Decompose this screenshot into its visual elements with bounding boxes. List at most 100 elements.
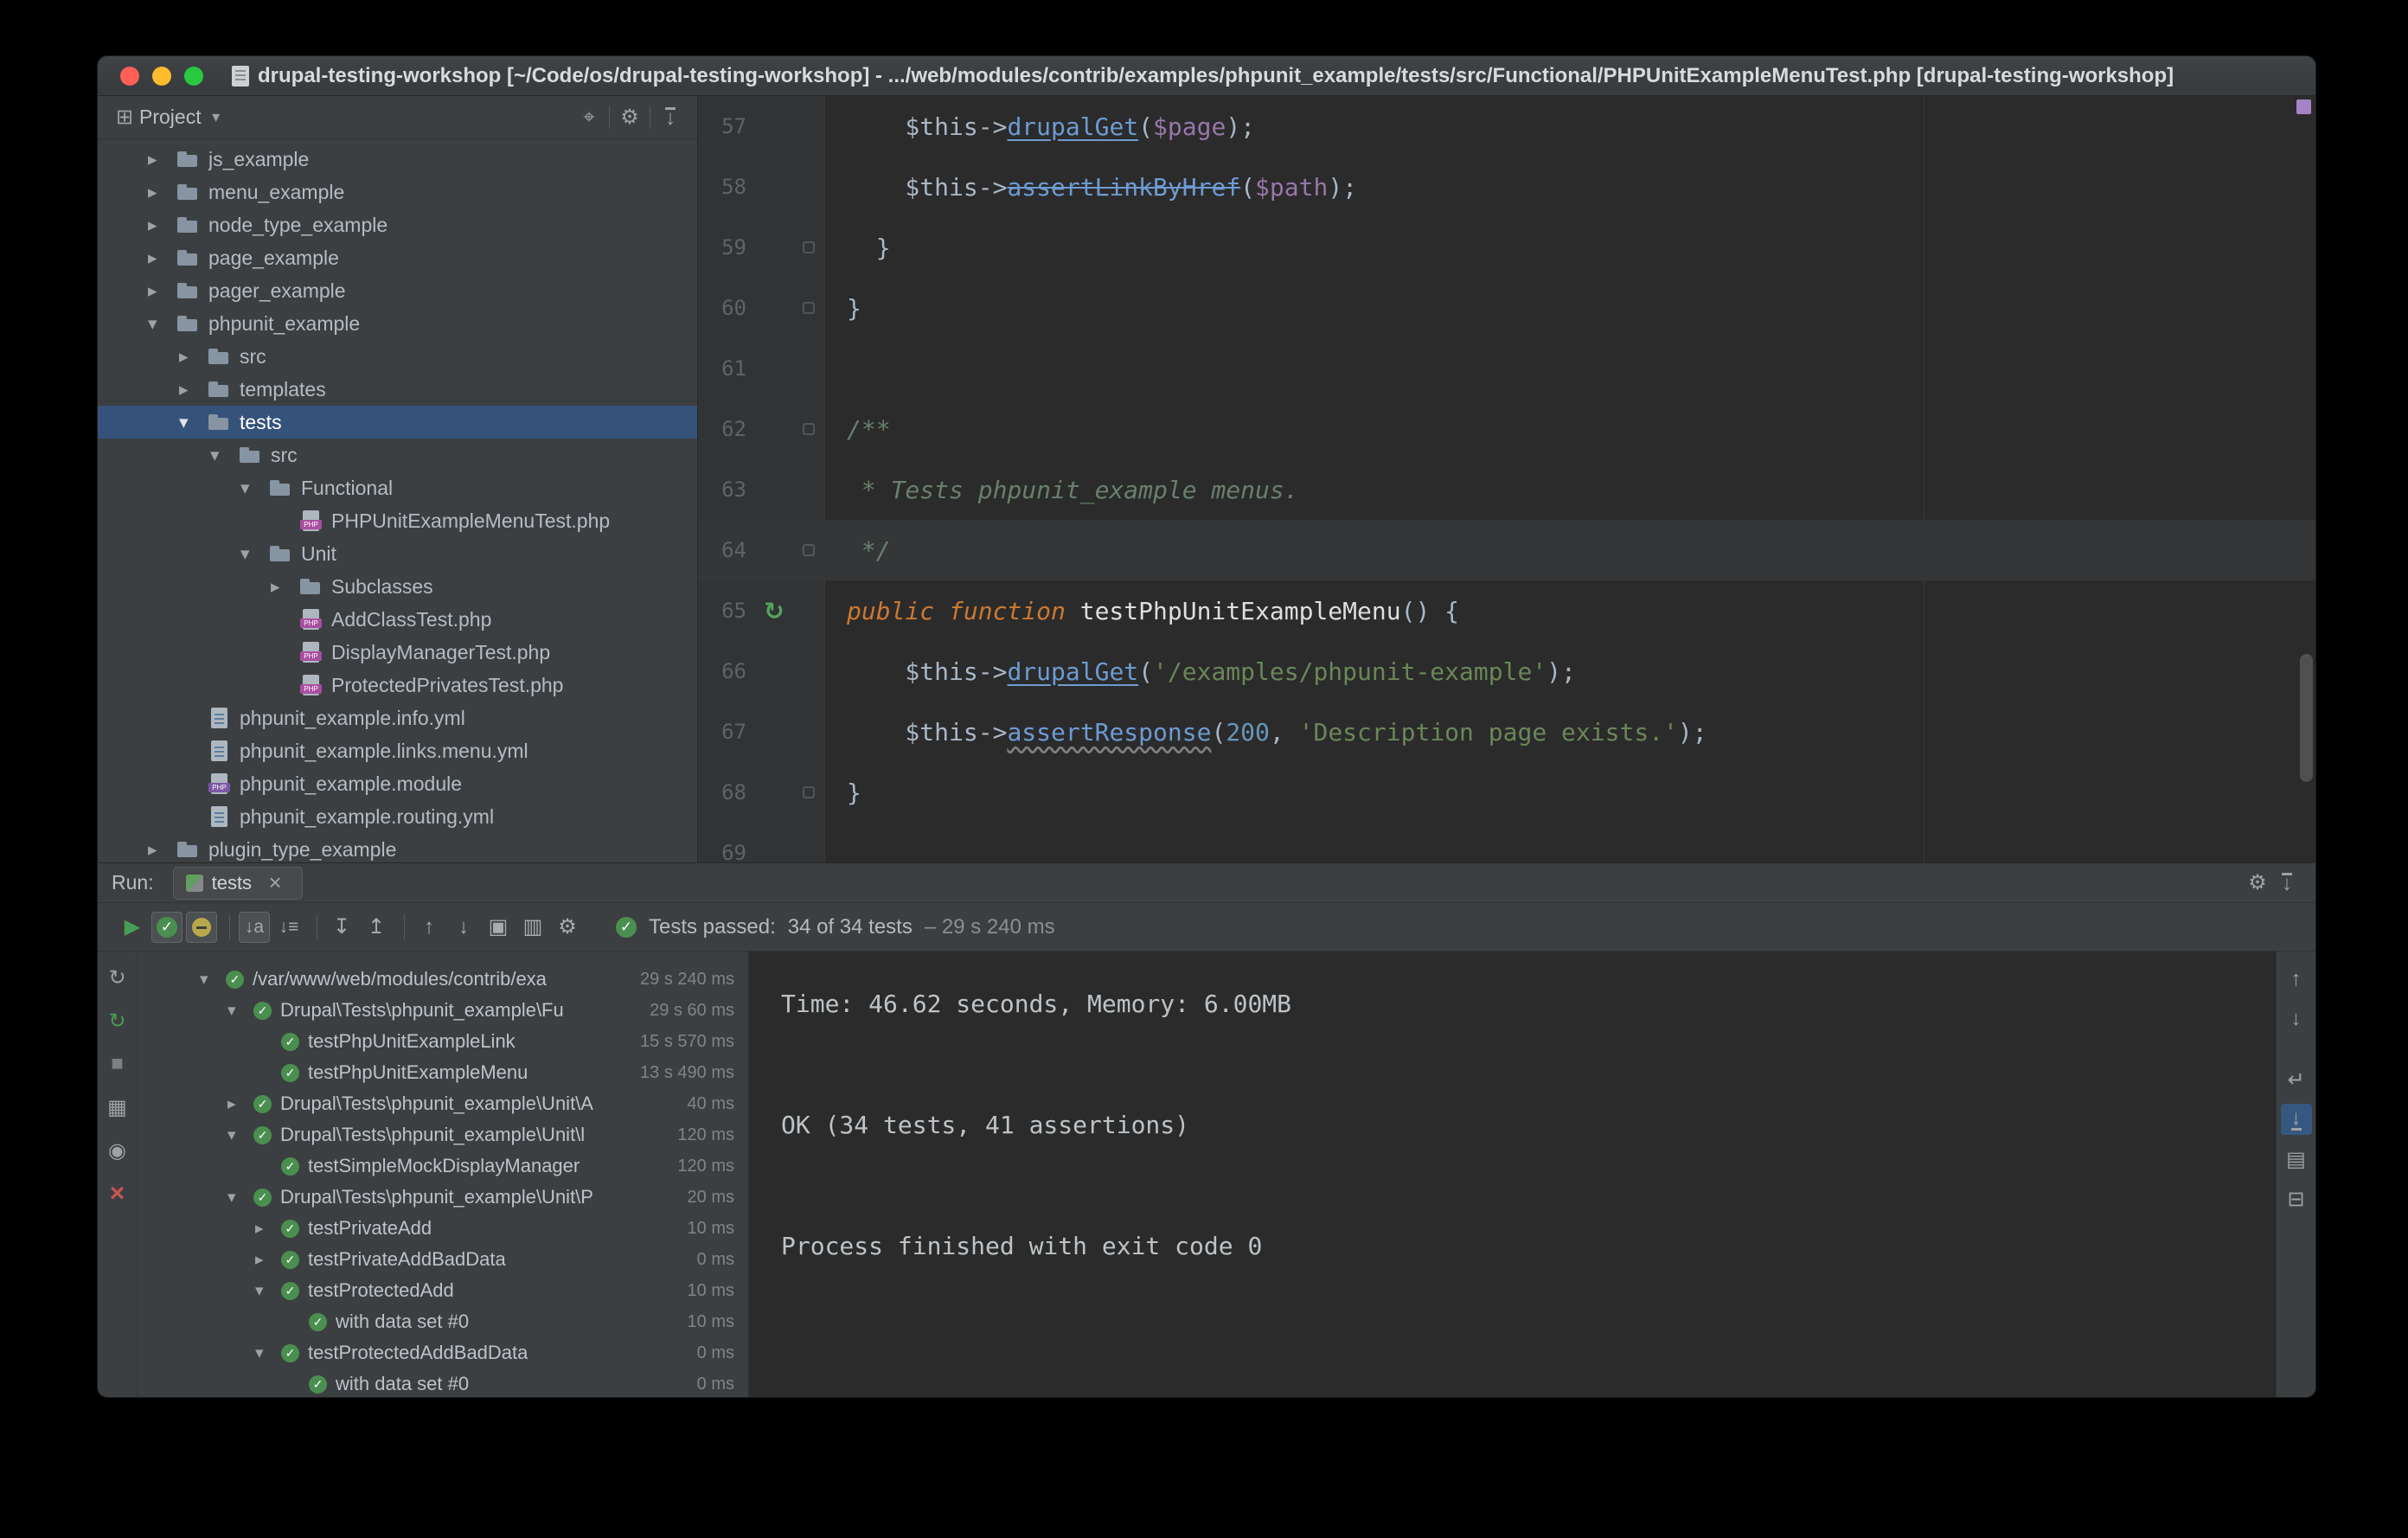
code-line[interactable]: 69	[698, 823, 2315, 862]
chevron-right-icon[interactable]	[179, 379, 207, 401]
rerun-failed-tests-button[interactable]	[102, 1005, 133, 1036]
code-line[interactable]: 68}	[698, 762, 2315, 823]
chevron-down-icon[interactable]	[202, 103, 231, 132]
stop-button[interactable]	[102, 1048, 133, 1080]
project-item-addclasstest[interactable]: AddClassTest.php	[98, 603, 697, 636]
chevron-down-icon[interactable]	[179, 412, 207, 433]
chevron-down-icon[interactable]	[200, 970, 226, 990]
chevron-down-icon[interactable]	[255, 1343, 281, 1363]
project-item-tests-src[interactable]: src	[98, 439, 697, 471]
next-failed-test-button[interactable]	[448, 912, 479, 943]
test-suite-row[interactable]: Drupal\Tests\phpunit_example\Fu29 s 60 m…	[138, 995, 748, 1026]
code-line[interactable]: 61	[698, 338, 2315, 399]
soft-wrap-toggle[interactable]	[2281, 1064, 2312, 1095]
test-row[interactable]: testProtectedAdd10 ms	[138, 1275, 748, 1306]
test-suite-row[interactable]: Drupal\Tests\phpunit_example\Unit\l120 m…	[138, 1119, 748, 1150]
project-view-selector[interactable]: Project	[139, 106, 202, 129]
project-item-tests[interactable]: tests	[98, 406, 697, 439]
chevron-down-icon[interactable]	[227, 1188, 253, 1208]
project-item-menu-example[interactable]: menu_example	[98, 176, 697, 208]
project-item-pager-example[interactable]: pager_example	[98, 274, 697, 307]
chevron-right-icon[interactable]	[255, 1219, 281, 1239]
test-row[interactable]: testPhpUnitExampleMenu13 s 490 ms	[138, 1057, 748, 1088]
fold-marker-icon[interactable]	[803, 544, 815, 556]
project-item-subclasses[interactable]: Subclasses	[98, 570, 697, 603]
chevron-right-icon[interactable]	[271, 576, 298, 598]
close-run-panel-button[interactable]	[102, 1178, 133, 1209]
test-settings-button[interactable]	[552, 912, 583, 943]
test-row[interactable]: testProtectedAddBadData0 ms	[138, 1337, 748, 1368]
fold-marker-icon[interactable]	[803, 302, 815, 314]
test-suite-row[interactable]: Drupal\Tests\phpunit_example\Unit\P20 ms	[138, 1182, 748, 1213]
test-row[interactable]: testPrivateAddBadData0 ms	[138, 1244, 748, 1275]
project-item-node-type-example[interactable]: node_type_example	[98, 208, 697, 241]
chevron-down-icon[interactable]	[227, 1001, 253, 1021]
project-item-page-example[interactable]: page_example	[98, 241, 697, 274]
project-item-js-example[interactable]: js_example	[98, 143, 697, 176]
test-row[interactable]: with data set #010 ms	[138, 1306, 748, 1337]
scroll-to-end-button[interactable]	[2280, 1104, 2312, 1135]
project-item-routing-yml[interactable]: phpunit_example.routing.yml	[98, 800, 697, 833]
sort-by-duration-toggle[interactable]	[273, 912, 304, 943]
fold-marker-icon[interactable]	[803, 423, 815, 435]
project-item-plugin-type-example[interactable]: plugin_type_example	[98, 833, 697, 862]
chevron-right-icon[interactable]	[148, 182, 176, 203]
run-settings-button[interactable]	[2243, 868, 2272, 898]
project-item-functional[interactable]: Functional	[98, 471, 697, 504]
chevron-right-icon[interactable]	[148, 247, 176, 269]
previous-occurrence-button[interactable]	[2281, 964, 2312, 995]
show-ignored-toggle[interactable]	[186, 911, 217, 943]
chevron-right-icon[interactable]	[148, 280, 176, 302]
project-item-module[interactable]: phpunit_example.module	[98, 767, 697, 800]
locate-file-button[interactable]	[574, 103, 604, 132]
editor-scrollbar-thumb[interactable]	[2300, 654, 2313, 782]
test-console-output[interactable]: Time: 46.62 seconds, Memory: 6.00MB OK (…	[749, 952, 2276, 1397]
code-line[interactable]: 62 /**	[698, 399, 2315, 459]
close-window-button[interactable]	[120, 66, 139, 86]
code-line[interactable]: 65 public function testPhpUnitExampleMenu…	[698, 580, 2315, 641]
project-settings-button[interactable]	[615, 103, 644, 132]
chevron-right-icon[interactable]	[148, 839, 176, 861]
run-test-gutter-icon[interactable]	[764, 597, 784, 625]
chevron-down-icon[interactable]	[227, 1125, 253, 1145]
sort-alphabetically-toggle[interactable]	[239, 911, 270, 943]
code-line[interactable]: 67 $this->assertResponse(200, 'Descripti…	[698, 702, 2315, 762]
editor[interactable]: 57 $this->drupalGet($page); 58 $this->as…	[698, 96, 2315, 862]
project-item-links-menu-yml[interactable]: phpunit_example.links.menu.yml	[98, 734, 697, 767]
project-item-phpunit-example[interactable]: phpunit_example	[98, 307, 697, 340]
code-line[interactable]: 57 $this->drupalGet($page);	[698, 96, 2315, 157]
chevron-down-icon[interactable]	[210, 445, 238, 466]
test-suite-row[interactable]: Drupal\Tests\phpunit_example\Unit\A40 ms	[138, 1088, 748, 1119]
close-tab-icon[interactable]	[260, 868, 290, 898]
restore-layout-button[interactable]	[102, 1092, 133, 1123]
hide-panel-button[interactable]	[656, 103, 685, 132]
project-item-protectedprivatestest[interactable]: ProtectedPrivatesTest.php	[98, 669, 697, 702]
hide-run-panel-button[interactable]	[2272, 868, 2302, 898]
export-test-results-button[interactable]	[517, 912, 548, 943]
clear-console-button[interactable]	[2281, 1183, 2312, 1214]
code-line[interactable]: 59 }	[698, 217, 2315, 278]
project-item-displaymanagertest[interactable]: DisplayManagerTest.php	[98, 636, 697, 669]
fold-marker-icon[interactable]	[803, 241, 815, 253]
code-line[interactable]: 66 $this->drupalGet('/examples/phpunit-e…	[698, 641, 2315, 702]
chevron-right-icon[interactable]	[148, 149, 176, 170]
test-row[interactable]: testSimpleMockDisplayManager120 ms	[138, 1150, 748, 1182]
code-line[interactable]: 58 $this->assertLinkByHref($path);	[698, 157, 2315, 217]
rerun-tests-button[interactable]	[117, 912, 148, 943]
import-test-results-button[interactable]	[483, 912, 514, 943]
chevron-down-icon[interactable]	[240, 543, 268, 565]
collapse-all-button[interactable]	[361, 912, 392, 943]
test-row[interactable]: testPrivateAdd10 ms	[138, 1213, 748, 1244]
previous-failed-test-button[interactable]	[413, 912, 445, 943]
test-row[interactable]: with data set #00 ms	[138, 1368, 748, 1397]
code-line[interactable]: 63 * Tests phpunit_example menus.	[698, 459, 2315, 520]
print-button[interactable]	[2281, 1144, 2312, 1175]
inspection-indicator[interactable]	[2296, 99, 2311, 114]
chevron-down-icon[interactable]	[255, 1281, 281, 1301]
test-suite-row[interactable]: /var/www/web/modules/contrib/exa29 s 240…	[138, 964, 748, 995]
project-item-info-yml[interactable]: phpunit_example.info.yml	[98, 702, 697, 734]
rerun-button[interactable]	[102, 962, 133, 993]
code-line[interactable]: 60}	[698, 278, 2315, 338]
chevron-down-icon[interactable]	[240, 477, 268, 499]
code-line-current[interactable]: 64 */	[698, 520, 2315, 580]
